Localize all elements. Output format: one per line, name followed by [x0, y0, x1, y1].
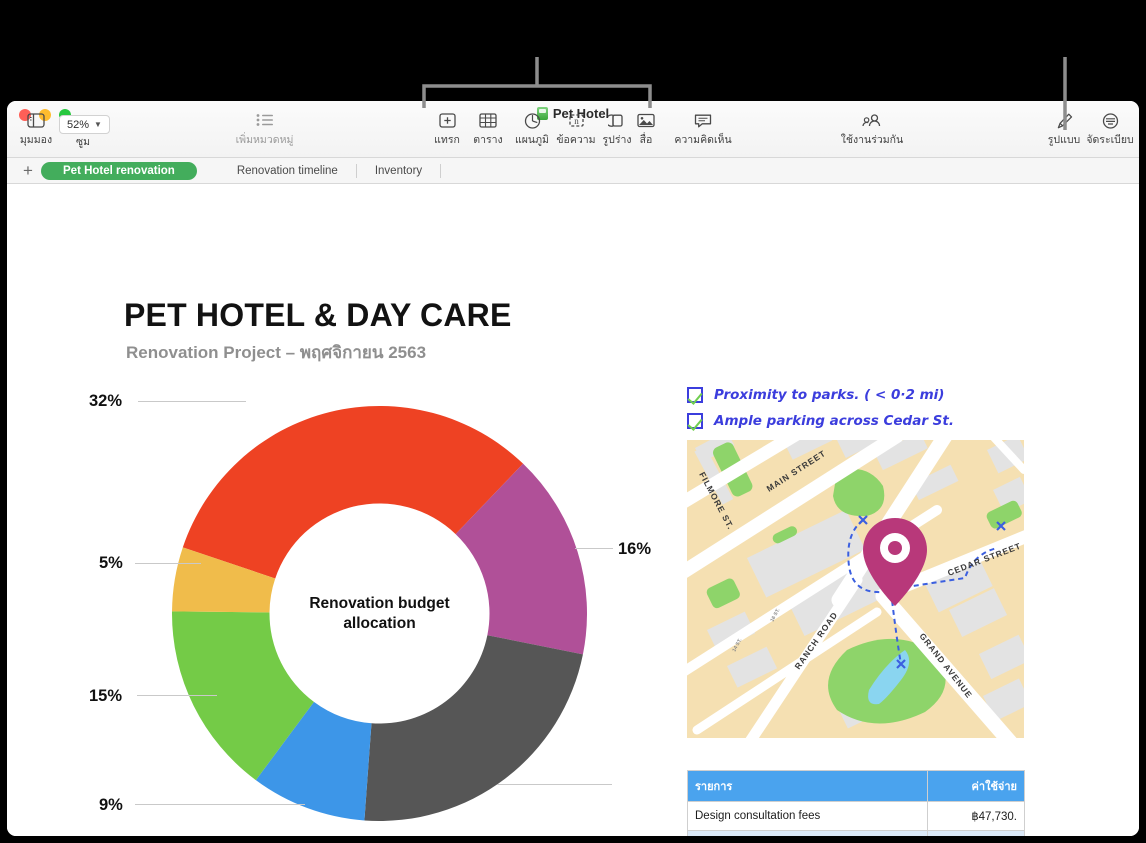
- checklist-label: Ample parking across Cedar St.: [714, 413, 954, 429]
- chevron-down-icon: ▼: [94, 119, 102, 129]
- toolbar-insert-label: แทรก: [434, 134, 460, 146]
- donut-center-label: Renovation budget allocation: [272, 594, 487, 634]
- toolbar-table-label: ตาราง: [473, 134, 503, 146]
- location-map-image[interactable]: FILMORE ST. MAIN STREET CEDAR STREET RAN…: [687, 440, 1024, 738]
- collaborate-icon: [827, 113, 917, 132]
- checklist-item: Ample parking across Cedar St.: [687, 408, 954, 434]
- blue-checklist-annotation: Proximity to parks. ( < 0·2 mi) Ample pa…: [687, 382, 954, 434]
- leader-line-23: [497, 784, 612, 785]
- toolbar-comment[interactable]: ความคิดเห็น: [657, 113, 749, 146]
- leader-line-16: [575, 548, 613, 549]
- zoom-control[interactable]: 52% ▼: [59, 115, 110, 134]
- toolbar-comment-label: ความคิดเห็น: [674, 134, 732, 146]
- tab-divider: [440, 163, 442, 178]
- add-sheet-button[interactable]: +: [15, 162, 41, 179]
- toolbar-view-label: มุมมอง: [19, 134, 53, 146]
- table-row[interactable]: Design consultation fees ฿47,730.: [687, 801, 1025, 831]
- toolbar-add-category-label: เพิ่มหมวดหมู่: [235, 134, 294, 146]
- numbers-window: Pet Hotel มุมมอง 52% ▼ ซูม เพิ่มหมวดหมู่: [7, 101, 1139, 836]
- leader-line-5: [135, 563, 201, 564]
- toolbar-media-label: สื่อ: [639, 134, 653, 146]
- pct-label-16: 16%: [618, 540, 652, 558]
- table-cell-item[interactable]: Design consultation fees: [687, 801, 928, 831]
- sheet-canvas: PET HOTEL & DAY CARE Renovation Project …: [7, 184, 1139, 836]
- svg-text:n: n: [574, 116, 579, 126]
- sheet-tab-pet-hotel-renovation[interactable]: Pet Hotel renovation: [41, 161, 197, 180]
- toolbar-collaborate[interactable]: ใช้งานร่วมกัน: [827, 113, 917, 146]
- toolbar-add-category[interactable]: เพิ่มหมวดหมู่: [207, 113, 322, 146]
- pct-label-15: 15%: [89, 687, 123, 705]
- pct-label-9: 9%: [99, 796, 123, 814]
- leader-line-9: [135, 804, 305, 805]
- donut-center-line1: Renovation budget: [309, 594, 450, 612]
- toolbar-text-label: ข้อความ: [556, 134, 596, 146]
- table-cell-cost[interactable]: ฿84,323.: [927, 830, 1025, 836]
- zoom-value: 52%: [67, 118, 90, 131]
- sheet-tab-renovation-timeline[interactable]: Renovation timeline: [221, 162, 354, 180]
- toolbar-collaborate-label: ใช้งานร่วมกัน: [840, 134, 904, 146]
- table-row[interactable]: Flooring ฿84,323.: [687, 830, 1025, 836]
- leader-line-15: [137, 695, 217, 696]
- table-body: Design consultation fees ฿47,730. Floori…: [687, 801, 1025, 836]
- checklist-item: Proximity to parks. ( < 0·2 mi): [687, 382, 954, 408]
- organize-icon: [1082, 113, 1138, 132]
- table-cell-item[interactable]: Flooring: [687, 830, 928, 836]
- toolbar-organize[interactable]: จัดระเบียบ: [1082, 113, 1138, 146]
- checkbox-checked-icon: [687, 387, 703, 403]
- sheet-tab-inventory[interactable]: Inventory: [359, 162, 438, 180]
- toolbar-chart-label: แผนภูมิ: [515, 134, 549, 146]
- tab-divider: [355, 163, 357, 178]
- donut-slice-labor[interactable]: [364, 635, 583, 821]
- donut-center-line2: allocation: [343, 614, 416, 632]
- table-header-cost: ค่าใช้จ่าย: [927, 770, 1025, 802]
- table-header-row: รายการ ค่าใช้จ่าย: [687, 770, 1025, 802]
- leader-line-32: [138, 401, 246, 402]
- comment-icon: [657, 113, 749, 132]
- list-icon: [207, 113, 322, 132]
- view-icon: [13, 113, 59, 132]
- page-subtitle: Renovation Project – พฤศจิกายน 2563: [126, 343, 427, 362]
- toolbar-shape-label: รูปร่าง: [602, 134, 632, 146]
- expense-table[interactable]: รายการ ค่าใช้จ่าย Design consultation fe…: [687, 770, 1025, 836]
- table-cell-cost[interactable]: ฿47,730.: [927, 801, 1025, 831]
- toolbar-format-label: รูปแบบ: [1047, 134, 1081, 146]
- page-title: PET HOTEL & DAY CARE: [124, 297, 512, 333]
- toolbar-zoom-label: ซูม: [75, 136, 91, 148]
- table-header-item: รายการ: [687, 770, 928, 802]
- toolbar: Pet Hotel มุมมอง 52% ▼ ซูม เพิ่มหมวดหมู่: [7, 101, 1139, 158]
- toolbar-zoom: ซูม: [59, 137, 107, 148]
- checkbox-checked-icon: [687, 413, 703, 429]
- sheet-tab-bar: + Pet Hotel renovation Renovation timeli…: [7, 158, 1139, 184]
- pct-label-32: 32%: [89, 392, 123, 410]
- pct-label-5: 5%: [99, 554, 123, 572]
- toolbar-organize-label: จัดระเบียบ: [1086, 134, 1134, 146]
- checklist-label: Proximity to parks. ( < 0·2 mi): [714, 387, 945, 403]
- toolbar-view[interactable]: มุมมอง: [13, 113, 59, 146]
- budget-donut-chart[interactable]: Renovation budget allocation: [172, 405, 587, 821]
